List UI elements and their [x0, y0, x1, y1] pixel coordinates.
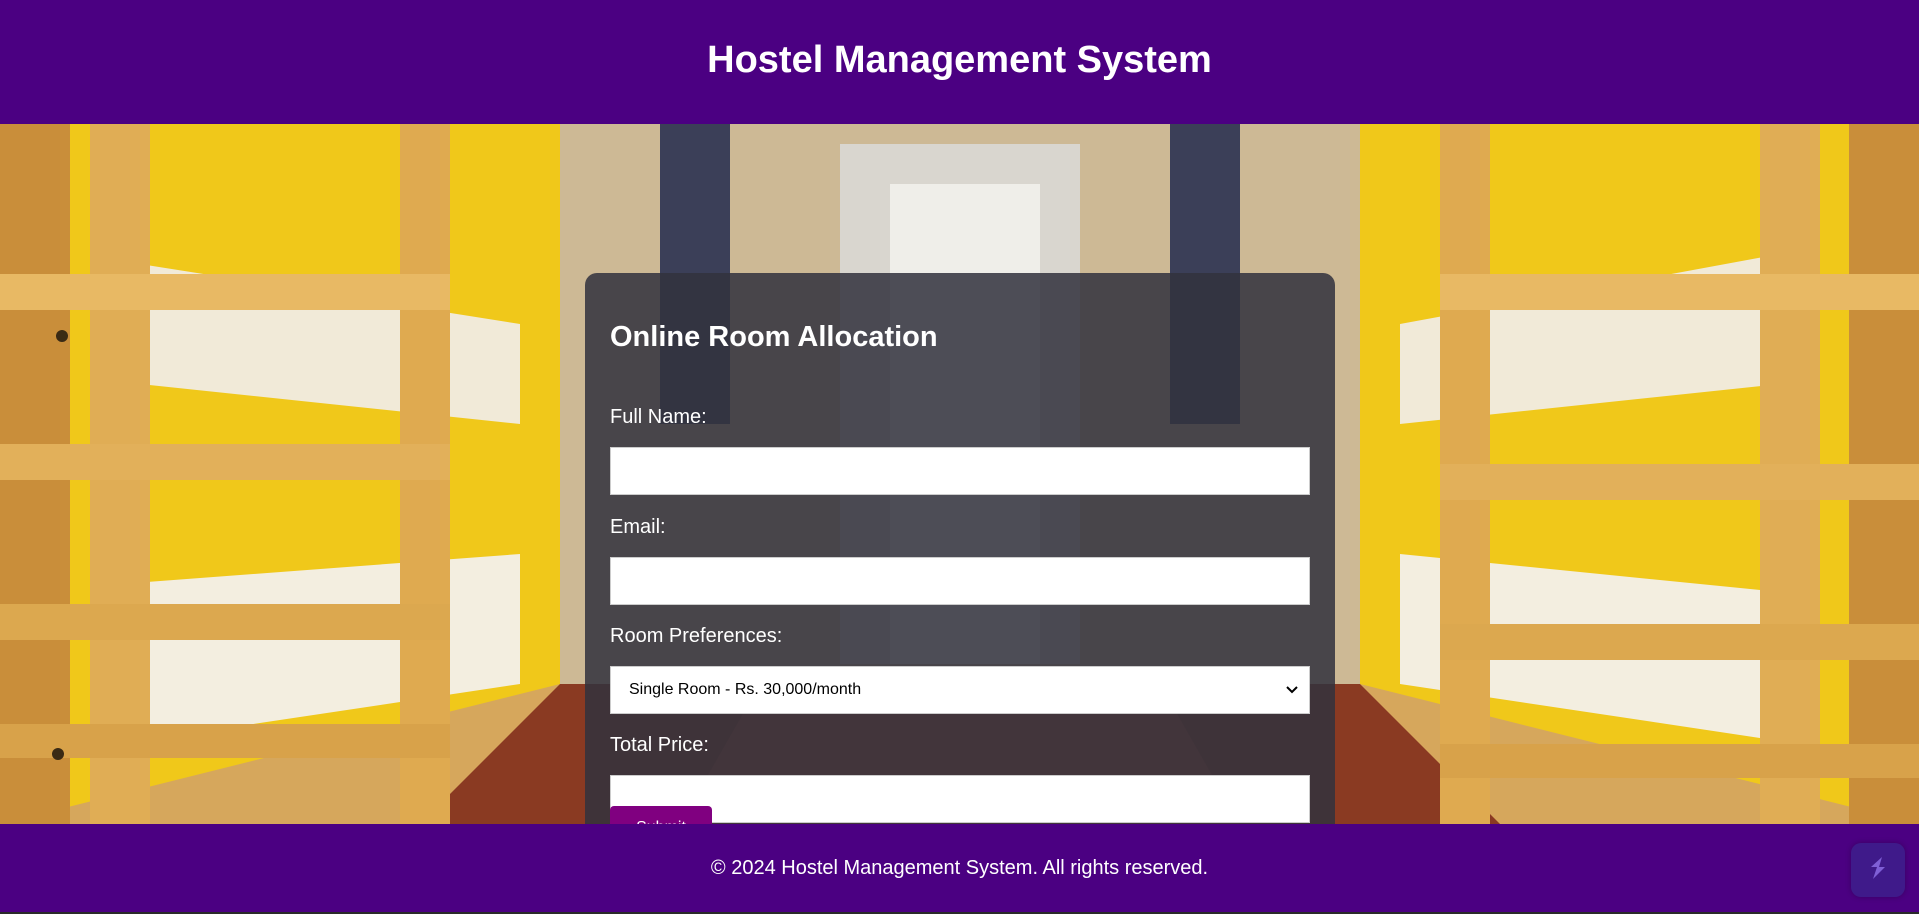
hero-section: Online Room Allocation Full Name: Email:…	[0, 124, 1919, 824]
email-label: Email:	[610, 516, 666, 538]
site-footer: © 2024 Hostel Management System. All rig…	[0, 824, 1919, 914]
email-input[interactable]	[610, 557, 1310, 605]
room-preferences-select[interactable]: Single Room - Rs. 30,000/month	[610, 666, 1310, 714]
floating-widget-button[interactable]	[1851, 843, 1905, 897]
total-price-label: Total Price:	[610, 734, 709, 756]
submit-button[interactable]: Submit	[610, 806, 712, 824]
room-preferences-selected-value: Single Room - Rs. 30,000/month	[629, 681, 862, 698]
chevron-down-icon	[1285, 683, 1299, 697]
full-name-input[interactable]	[610, 447, 1310, 495]
footer-copyright: © 2024 Hostel Management System. All rig…	[710, 856, 1209, 879]
form-title: Online Room Allocation	[610, 321, 938, 353]
site-title: Hostel Management System	[707, 38, 1212, 81]
room-allocation-form: Online Room Allocation Full Name: Email:…	[585, 273, 1335, 824]
full-name-label: Full Name:	[610, 406, 707, 428]
site-header: Hostel Management System	[0, 0, 1919, 124]
widget-logo-icon	[1863, 853, 1893, 888]
total-price-input[interactable]	[610, 775, 1310, 823]
room-preferences-label: Room Preferences:	[610, 625, 783, 647]
